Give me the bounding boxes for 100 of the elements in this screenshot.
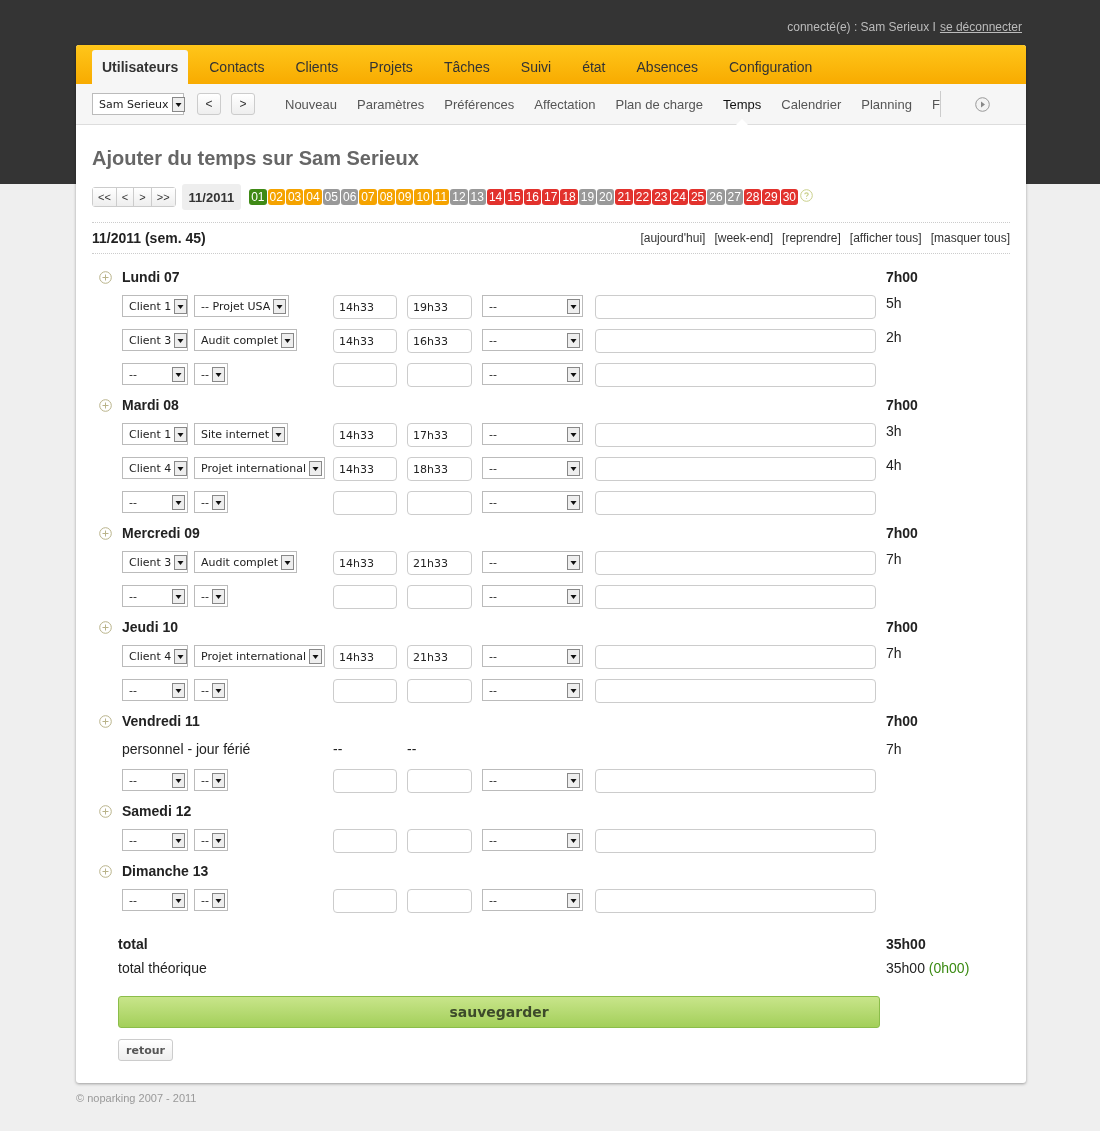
logout-link[interactable]: se déconnecter	[939, 20, 1022, 34]
sub-tab[interactable]: Affectation	[534, 84, 596, 124]
project-select[interactable]: --	[194, 585, 228, 607]
project-select[interactable]: --	[194, 491, 228, 513]
sub-tab[interactable]: Temps	[723, 84, 762, 124]
type-select[interactable]: --	[482, 551, 583, 573]
sub-tab[interactable]: Calendrier	[781, 84, 842, 124]
end-time-field[interactable]: 21h33	[407, 645, 472, 669]
month-button[interactable]: 11/2011	[181, 184, 242, 210]
project-select[interactable]: Audit complet	[194, 329, 297, 351]
sub-tab[interactable]: F	[931, 91, 940, 117]
period-link[interactable]: [reprendre]	[782, 231, 841, 245]
day-chip[interactable]: 15	[505, 189, 523, 205]
day-chip[interactable]: 24	[670, 189, 688, 205]
week-nav-button[interactable]: >	[134, 188, 152, 206]
main-tab[interactable]: Absences	[626, 50, 708, 84]
project-select[interactable]: --	[194, 889, 228, 911]
sub-tab[interactable]: Planning	[861, 84, 912, 124]
start-time-field[interactable]: 14h33	[333, 645, 397, 669]
main-tab[interactable]: Suivi	[510, 50, 562, 84]
save-button[interactable]: sauvegarder	[118, 996, 880, 1028]
period-link[interactable]: [afficher tous]	[849, 231, 922, 245]
client-select[interactable]: Client 3	[122, 329, 188, 351]
client-select[interactable]: Client 4	[122, 457, 188, 479]
type-select[interactable]: --	[482, 363, 583, 385]
start-time-field[interactable]: 14h33	[333, 457, 397, 481]
end-time-field[interactable]: 21h33	[407, 551, 472, 575]
main-tab[interactable]: Projets	[359, 50, 423, 84]
start-time-text: --	[333, 741, 343, 757]
type-select[interactable]: --	[482, 889, 583, 911]
day-chip[interactable]: 21	[615, 189, 633, 205]
start-time-field[interactable]: 14h33	[333, 329, 397, 353]
day-chip[interactable]: 01	[249, 189, 267, 205]
project-select[interactable]: --	[194, 829, 228, 851]
sub-tab[interactable]: Préférences	[444, 84, 515, 124]
type-select[interactable]: --	[482, 679, 583, 701]
period-link[interactable]: [aujourd'hui]	[640, 231, 706, 245]
client-select[interactable]: --	[122, 585, 188, 607]
previous-button[interactable]: <	[197, 93, 221, 115]
start-time-field[interactable]: 14h33	[333, 295, 397, 319]
day-chip[interactable]: 23	[652, 189, 670, 205]
project-select[interactable]: --	[194, 363, 228, 385]
project-select[interactable]: Projet international	[194, 457, 326, 479]
end-time-field[interactable]: 17h33	[407, 423, 472, 447]
end-time-field[interactable]: 16h33	[407, 329, 472, 353]
end-time-field[interactable]: 18h33	[407, 457, 472, 481]
day-chip[interactable]: 28	[743, 189, 762, 205]
main-tab[interactable]: Clients	[285, 50, 349, 84]
main-tab[interactable]: Contacts	[199, 50, 275, 84]
project-select[interactable]: --	[194, 679, 228, 701]
client-select[interactable]: Client 1	[122, 295, 188, 317]
day-chip[interactable]: 25	[688, 189, 707, 205]
period-link[interactable]: [week-end]	[714, 231, 774, 245]
main-tab[interactable]: Utilisateurs	[92, 50, 189, 84]
day-chip[interactable]: 14	[486, 189, 505, 205]
day-title: Lundi 07	[122, 269, 181, 285]
week-nav-button[interactable]: >>	[151, 188, 175, 206]
period-link[interactable]: [masquer tous]	[930, 231, 1010, 245]
day-chip[interactable]: 22	[633, 189, 652, 205]
type-select[interactable]: --	[482, 769, 583, 791]
type-select[interactable]: --	[482, 585, 583, 607]
start-time-field[interactable]: 14h33	[333, 423, 397, 447]
day-chip[interactable]: 17	[542, 189, 560, 205]
type-select[interactable]: --	[482, 645, 583, 667]
type-select[interactable]: --	[482, 457, 583, 479]
day-chip[interactable]: 16	[523, 189, 541, 205]
type-select[interactable]: --	[482, 329, 583, 351]
end-time-field[interactable]: 19h33	[407, 295, 472, 319]
client-select[interactable]: --	[122, 679, 188, 701]
project-select[interactable]: -- Projet USA	[194, 295, 290, 317]
client-select[interactable]: --	[122, 491, 188, 513]
client-select[interactable]: --	[122, 769, 188, 791]
client-select[interactable]: Client 1	[122, 423, 188, 445]
type-select[interactable]: --	[482, 829, 583, 851]
project-select[interactable]: Site internet	[194, 423, 289, 445]
sub-tab[interactable]: Paramètres	[357, 84, 425, 124]
sub-tab[interactable]: Plan de charge	[615, 84, 703, 124]
start-time-field[interactable]: 14h33	[333, 551, 397, 575]
main-tab[interactable]: Tâches	[433, 50, 500, 84]
project-select[interactable]: --	[194, 769, 228, 791]
client-select[interactable]: --	[122, 829, 188, 851]
back-button[interactable]: retour	[118, 1039, 173, 1061]
day-chip[interactable]: 29	[762, 189, 780, 205]
type-select[interactable]: --	[482, 423, 583, 445]
client-select[interactable]: --	[122, 363, 188, 385]
main-tab[interactable]: Configuration	[719, 50, 823, 84]
day-chip[interactable]: 18	[560, 189, 578, 205]
week-nav-button[interactable]: <<	[93, 188, 117, 206]
type-select[interactable]: --	[482, 295, 583, 317]
sub-tab[interactable]: Nouveau	[285, 84, 338, 124]
type-select[interactable]: --	[482, 491, 583, 513]
client-select[interactable]: Client 3	[122, 551, 188, 573]
user-select[interactable]: Sam Serieux	[92, 93, 184, 115]
client-select[interactable]: Client 4	[122, 645, 188, 667]
client-select[interactable]: --	[122, 889, 188, 911]
project-select[interactable]: Audit complet	[194, 551, 297, 573]
day-chip[interactable]: 30	[780, 189, 799, 205]
next-button[interactable]: >	[231, 93, 255, 115]
main-tab[interactable]: état	[572, 50, 616, 84]
project-select[interactable]: Projet international	[194, 645, 326, 667]
